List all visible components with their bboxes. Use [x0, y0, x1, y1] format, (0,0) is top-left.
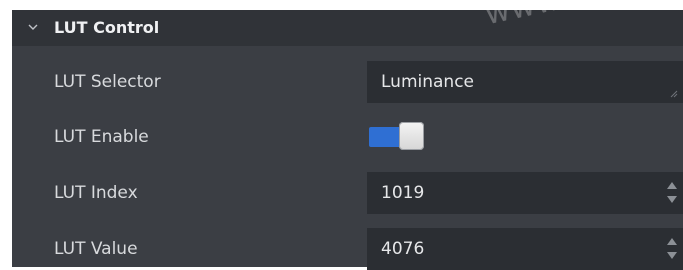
- lut-value-spinbox[interactable]: 4076: [367, 228, 683, 270]
- lut-control-section-header[interactable]: LUT Control www.co: [12, 0, 683, 46]
- resize-grip-icon: [670, 90, 678, 98]
- lut-selector-label: LUT Selector: [54, 72, 161, 92]
- spin-down-icon[interactable]: [667, 252, 677, 259]
- lut-enable-toggle[interactable]: [369, 122, 425, 150]
- lut-value-label: LUT Value: [54, 239, 138, 259]
- lut-index-label: LUT Index: [54, 183, 138, 203]
- lut-selector-dropdown[interactable]: Luminance: [367, 61, 683, 103]
- lut-enable-label: LUT Enable: [54, 127, 149, 147]
- chevron-down-icon[interactable]: [28, 23, 38, 31]
- lut-selector-value: Luminance: [381, 72, 475, 92]
- spin-up-icon[interactable]: [667, 182, 677, 189]
- watermark: www.co: [482, 0, 608, 33]
- lut-index-value: 1019: [381, 183, 425, 203]
- spin-down-icon[interactable]: [667, 196, 677, 203]
- lut-control-panel: LUT Control www.co LUT Selector Luminanc…: [12, 0, 683, 270]
- section-title: LUT Control: [54, 18, 160, 37]
- toggle-knob: [399, 122, 424, 150]
- spin-up-icon[interactable]: [667, 238, 677, 245]
- lut-value-value: 4076: [381, 239, 425, 259]
- lut-index-spinbox[interactable]: 1019: [367, 172, 683, 214]
